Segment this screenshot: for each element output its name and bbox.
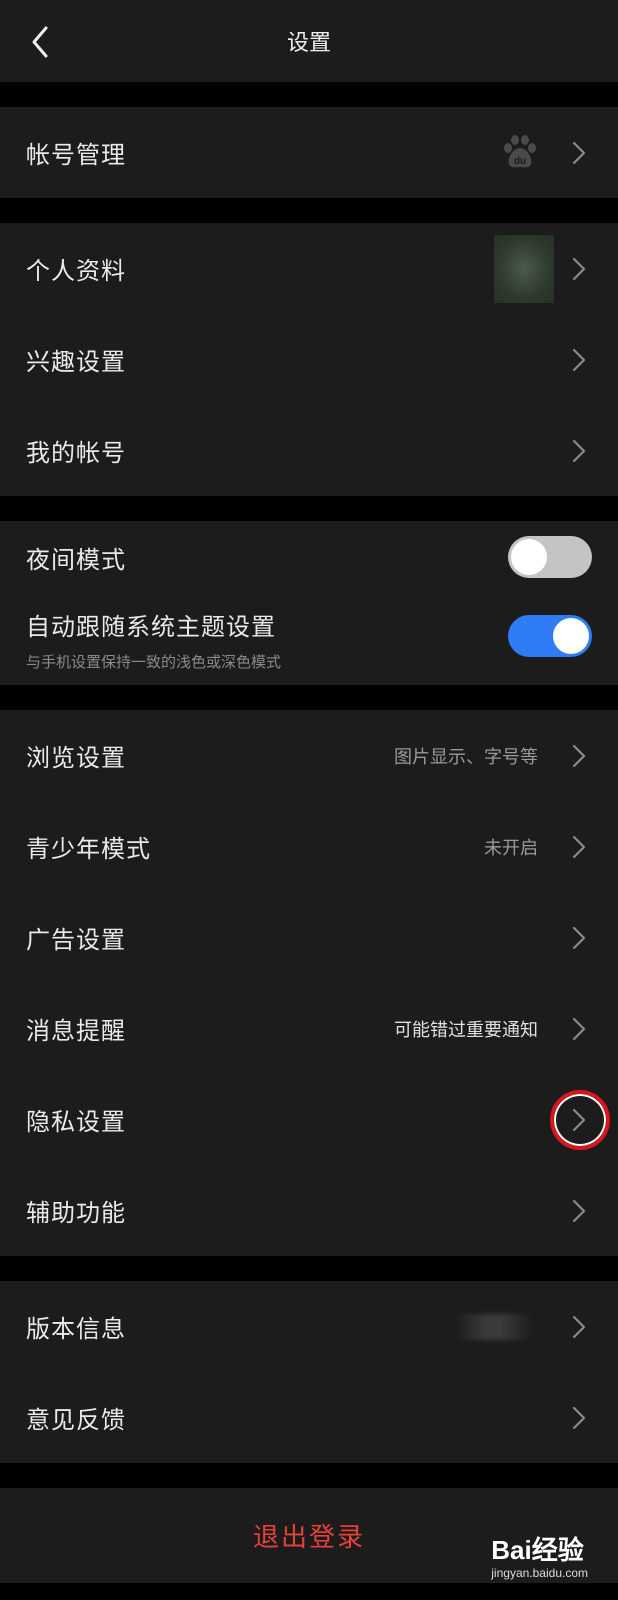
row-profile[interactable]: 个人资料 xyxy=(0,223,618,314)
row-label: 我的帐号 xyxy=(26,439,126,467)
row-label: 意见反馈 xyxy=(26,1406,126,1434)
row-subtitle: 与手机设置保持一致的浅色或深色模式 xyxy=(26,653,282,671)
row-label: 辅助功能 xyxy=(26,1199,126,1227)
row-label: 版本信息 xyxy=(26,1315,126,1343)
version-number-blurred xyxy=(454,1313,534,1340)
row-teen-mode[interactable]: 青少年模式 未开启 xyxy=(0,801,618,892)
watermark-url: jingyan.baidu.com xyxy=(491,1566,588,1580)
about-section: 版本信息 意见反馈 xyxy=(0,1281,618,1463)
row-label: 自动跟随系统主题设置 xyxy=(26,613,276,641)
chevron-right-icon xyxy=(572,439,586,462)
row-my-account[interactable]: 我的帐号 xyxy=(0,405,618,496)
row-label: 夜间模式 xyxy=(26,545,126,574)
avatar xyxy=(494,234,554,303)
toggle-knob xyxy=(553,618,589,654)
logout-label: 退出登录 xyxy=(252,1523,365,1553)
row-interests[interactable]: 兴趣设置 xyxy=(0,314,618,405)
account-section: 帐号管理 du xyxy=(0,107,618,198)
chevron-right-icon xyxy=(572,141,586,164)
row-label: 浏览设置 xyxy=(26,744,126,772)
row-value: 未开启 xyxy=(484,837,538,859)
row-label: 兴趣设置 xyxy=(26,348,126,376)
divider xyxy=(0,198,618,223)
settings-section: 浏览设置 图片显示、字号等 青少年模式 未开启 广告设置 消息提醒 可能错过重要… xyxy=(0,710,618,1256)
row-label: 帐号管理 xyxy=(26,141,126,169)
row-value: 可能错过重要通知 xyxy=(394,1019,538,1041)
watermark-brand-text: Bai经验 xyxy=(491,1535,584,1565)
row-browse-settings[interactable]: 浏览设置 图片显示、字号等 xyxy=(0,710,618,801)
row-feedback[interactable]: 意见反馈 xyxy=(0,1372,618,1463)
row-label: 广告设置 xyxy=(26,926,126,954)
divider xyxy=(0,1463,618,1488)
toggle-knob xyxy=(511,539,547,575)
row-label: 青少年模式 xyxy=(26,835,151,863)
chevron-right-icon xyxy=(572,257,586,280)
row-label: 个人资料 xyxy=(26,257,126,285)
divider xyxy=(0,1256,618,1281)
watermark-brand: Bai经验 xyxy=(491,1536,588,1564)
chevron-right-icon xyxy=(572,1199,586,1222)
row-auto-theme: 自动跟随系统主题设置 与手机设置保持一致的浅色或深色模式 xyxy=(0,593,618,685)
profile-section: 个人资料 兴趣设置 我的帐号 xyxy=(0,223,618,496)
theme-section: 夜间模式 自动跟随系统主题设置 与手机设置保持一致的浅色或深色模式 xyxy=(0,521,618,685)
chevron-right-icon xyxy=(572,1315,586,1338)
row-value: 图片显示、字号等 xyxy=(394,746,538,768)
chevron-right-icon xyxy=(572,926,586,949)
watermark: Bai经验 jingyan.baidu.com xyxy=(491,1536,588,1580)
auto-theme-toggle[interactable] xyxy=(508,615,592,657)
row-notifications[interactable]: 消息提醒 可能错过重要通知 xyxy=(0,983,618,1074)
divider xyxy=(0,685,618,710)
row-account-manage[interactable]: 帐号管理 du xyxy=(0,107,618,198)
row-label: 隐私设置 xyxy=(26,1108,126,1136)
page-title: 设置 xyxy=(286,31,331,56)
chevron-right-icon xyxy=(572,348,586,371)
row-night-mode: 夜间模式 xyxy=(0,521,618,593)
baidu-paw-icon: du xyxy=(504,134,536,167)
chevron-right-icon xyxy=(572,1017,586,1040)
chevron-right-icon xyxy=(572,744,586,767)
row-ad-settings[interactable]: 广告设置 xyxy=(0,892,618,983)
chevron-right-icon xyxy=(572,835,586,858)
svg-text:du: du xyxy=(514,156,526,167)
divider xyxy=(0,496,618,521)
row-accessibility[interactable]: 辅助功能 xyxy=(0,1165,618,1256)
night-mode-toggle[interactable] xyxy=(508,536,592,578)
row-label: 消息提醒 xyxy=(26,1017,126,1045)
row-version-info[interactable]: 版本信息 xyxy=(0,1281,618,1372)
chevron-right-icon xyxy=(572,1406,586,1429)
top-bar: 设置 xyxy=(0,0,618,82)
row-privacy-settings[interactable]: 隐私设置 xyxy=(0,1074,618,1165)
chevron-right-icon xyxy=(572,1108,586,1131)
